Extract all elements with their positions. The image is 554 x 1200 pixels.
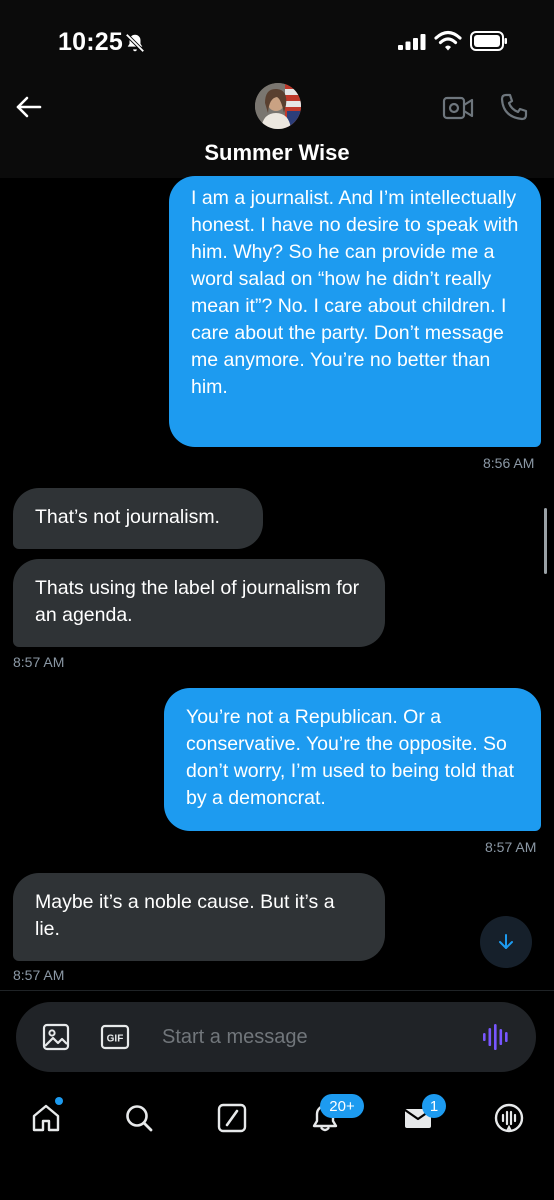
notifications-badge: 20+ xyxy=(320,1094,364,1118)
communities-icon xyxy=(494,1103,524,1133)
cellular-signal-icon xyxy=(398,34,426,50)
avatar[interactable] xyxy=(255,83,301,129)
search-icon xyxy=(126,1105,153,1132)
voice-message-icon[interactable] xyxy=(482,1023,512,1051)
message-bubble-sent[interactable]: You’re not a Republican. Or a conservati… xyxy=(164,688,541,831)
home-new-indicator xyxy=(55,1097,63,1105)
back-arrow-icon[interactable] xyxy=(14,92,44,122)
message-composer: GIF xyxy=(16,1002,536,1072)
message-timestamp: 8:56 AM xyxy=(483,455,535,471)
bottom-navigation: 20+ 1 xyxy=(0,1080,554,1200)
gif-icon[interactable]: GIF xyxy=(100,1024,130,1050)
battery-icon xyxy=(470,31,507,51)
message-input[interactable] xyxy=(162,1019,462,1055)
scroll-to-bottom-button[interactable] xyxy=(480,916,532,968)
nav-grok[interactable] xyxy=(212,1098,252,1138)
gif-label: GIF xyxy=(107,1034,124,1045)
message-bubble-received[interactable]: That’s not journalism. xyxy=(13,488,263,549)
message-bubble-received[interactable]: Maybe it’s a noble cause. But it’s a lie… xyxy=(13,873,385,961)
status-time: 10:25 xyxy=(58,28,123,56)
avatar-photo-icon xyxy=(255,83,301,129)
message-bubble-sent[interactable]: I am a journalist. And I’m intellectuall… xyxy=(169,176,541,447)
contact-name[interactable]: Summer Wise xyxy=(0,140,554,166)
message-timestamp: 8:57 AM xyxy=(13,654,65,670)
message-timestamp: 8:57 AM xyxy=(13,967,65,983)
phone-call-icon[interactable] xyxy=(499,92,529,122)
conversation-header: Summer Wise xyxy=(0,80,554,178)
composer-area: GIF xyxy=(0,990,554,1080)
image-icon[interactable] xyxy=(42,1023,70,1051)
message-bubble-received[interactable]: Thats using the label of journalism for … xyxy=(13,559,385,647)
scrollbar[interactable] xyxy=(544,508,547,574)
messages-badge: 1 xyxy=(422,1094,446,1118)
message-timestamp: 8:57 AM xyxy=(485,839,537,855)
bell-off-icon xyxy=(125,33,145,53)
grok-icon xyxy=(217,1103,247,1133)
video-call-icon[interactable] xyxy=(442,94,474,122)
nav-search[interactable] xyxy=(119,1098,159,1138)
nav-communities[interactable] xyxy=(489,1098,529,1138)
wifi-icon xyxy=(434,30,462,51)
home-icon xyxy=(32,1104,60,1132)
status-bar: 10:25 xyxy=(0,0,554,80)
arrow-down-icon xyxy=(499,934,513,949)
